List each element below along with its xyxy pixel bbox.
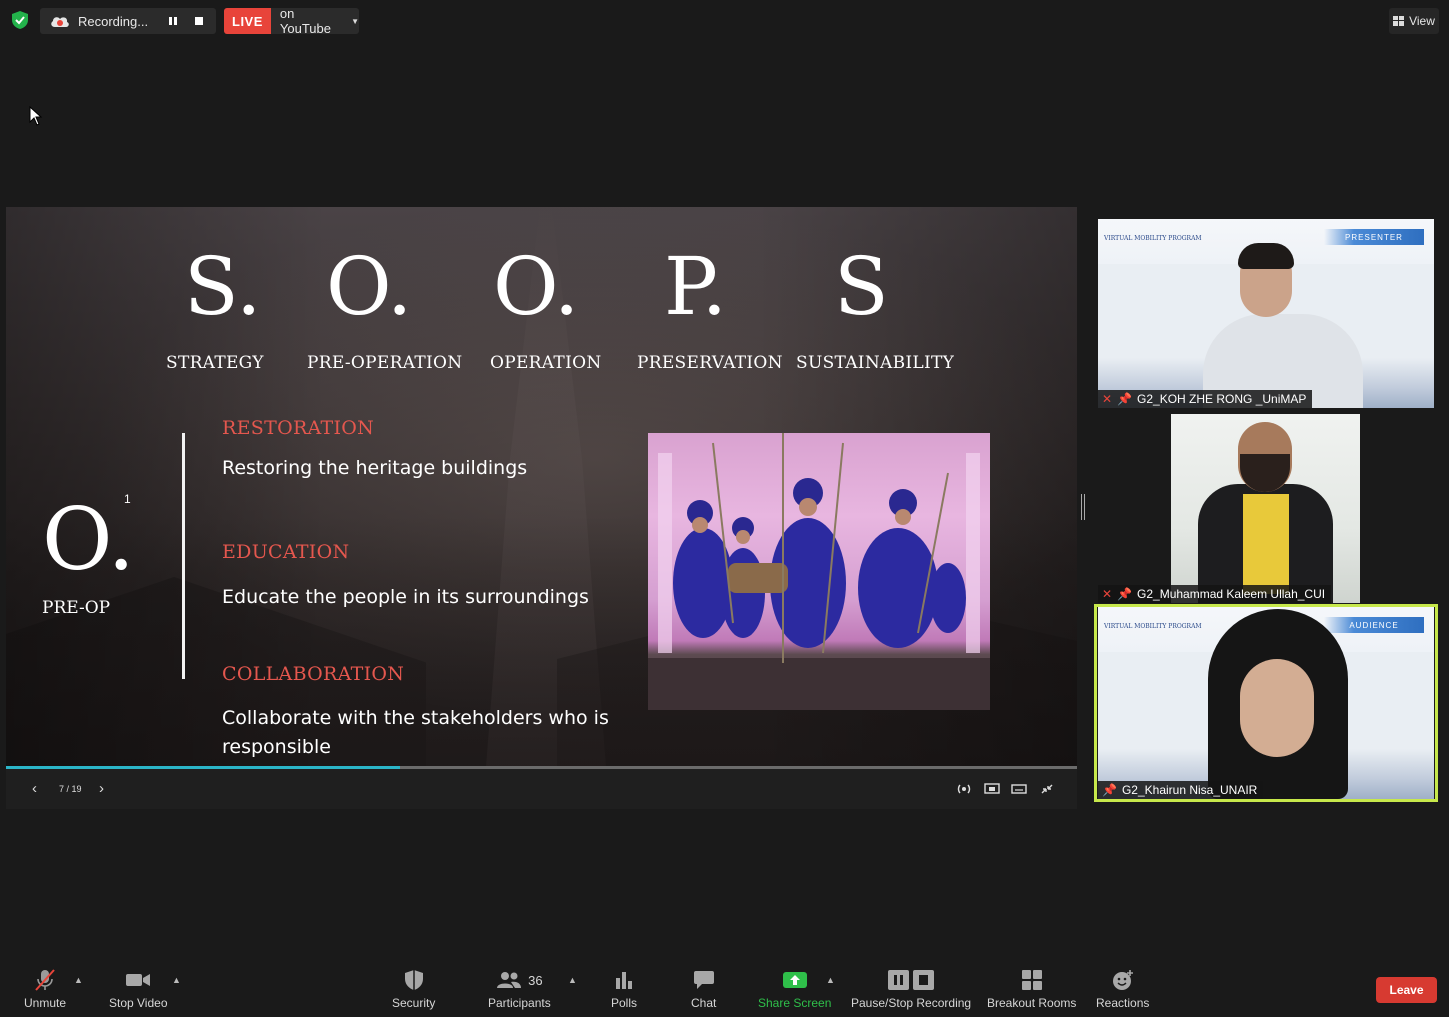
- section-letter: O.: [42, 490, 135, 590]
- divider: [182, 433, 185, 679]
- sops-word: STRATEGY: [166, 353, 264, 373]
- stop-video-button[interactable]: Stop Video: [109, 967, 168, 1010]
- participants-options-caret-icon[interactable]: ▲: [568, 975, 577, 985]
- sops-word: PRE-OPERATION: [307, 353, 463, 373]
- cloud-record-icon: [50, 14, 70, 28]
- audio-options-caret-icon[interactable]: ▲: [74, 975, 83, 985]
- section-number: 1: [124, 492, 131, 506]
- polls-button[interactable]: Polls: [611, 967, 637, 1010]
- participant-name: G2_Muhammad Kaleem Ullah_CUI: [1137, 587, 1326, 601]
- participants-label: Participants: [488, 996, 551, 1010]
- sops-letter: O.: [493, 240, 580, 333]
- page-indicator: 7 / 19: [59, 784, 82, 794]
- grid-view-icon: [1393, 16, 1405, 26]
- pause-stop-recording-label: Pause/Stop Recording: [851, 996, 972, 1010]
- keyboard-icon[interactable]: [1011, 782, 1027, 796]
- encryption-shield-icon[interactable]: [10, 10, 30, 30]
- exit-fullscreen-icon[interactable]: [1039, 782, 1055, 796]
- participant-name-tag: ✕ 📌 G2_Muhammad Kaleem Ullah_CUI: [1098, 585, 1332, 603]
- participant-name: G2_KOH ZHE RONG _UniMAP: [1137, 392, 1307, 406]
- sops-word: OPERATION: [490, 353, 602, 373]
- section-heading: RESTORATION: [222, 417, 375, 439]
- breakout-rooms-label: Breakout Rooms: [987, 996, 1077, 1010]
- share-screen-label: Share Screen: [758, 996, 832, 1010]
- section-text: Educate the people in its surroundings: [222, 586, 589, 608]
- slide-controls: ‹ 7 / 19 ›: [6, 769, 1077, 809]
- security-label: Security: [392, 996, 436, 1010]
- reactions-button[interactable]: Reactions: [1096, 967, 1149, 1010]
- present-icon[interactable]: [984, 782, 1000, 796]
- pin-icon: 📌: [1117, 587, 1133, 601]
- video-options-caret-icon[interactable]: ▲: [172, 975, 181, 985]
- active-speaker-outline: [1094, 604, 1438, 802]
- polls-label: Polls: [611, 996, 638, 1010]
- unmute-label: Unmute: [24, 996, 67, 1010]
- mouse-cursor-icon: [29, 105, 43, 131]
- dancers-photo: [648, 433, 990, 710]
- view-label: View: [1409, 14, 1435, 28]
- participants-icon: 36: [496, 967, 543, 993]
- muted-mic-icon: [34, 967, 56, 993]
- shield-icon: [404, 967, 424, 993]
- sops-word: PRESERVATION: [637, 353, 783, 373]
- sops-letter: S: [834, 240, 889, 333]
- pause-recording-button[interactable]: [162, 10, 184, 32]
- section-text: Collaborate with the stakeholders who is…: [222, 707, 609, 758]
- reactions-label: Reactions: [1096, 996, 1150, 1010]
- chat-button[interactable]: Chat: [691, 967, 716, 1010]
- meeting-toolbar: Unmute ▲ Stop Video ▲ Security 36 Partic…: [0, 955, 1449, 1017]
- share-screen-button[interactable]: Share Screen: [758, 967, 831, 1010]
- chat-label: Chat: [691, 996, 717, 1010]
- broadcast-icon[interactable]: [956, 782, 972, 796]
- recording-label: Recording...: [78, 13, 149, 29]
- share-options-caret-icon[interactable]: ▲: [826, 975, 835, 985]
- next-slide-button[interactable]: ›: [99, 780, 104, 797]
- sops-letter: P.: [664, 240, 728, 333]
- role-tag: PRESENTER: [1324, 229, 1424, 245]
- banner-text: VIRTUAL MOBILITY PROGRAM: [1104, 235, 1202, 242]
- live-stream-indicator[interactable]: LIVE on YouTube ▼: [224, 8, 359, 34]
- participant-name-tag: ✕ 📌 G2_KOH ZHE RONG _UniMAP: [1098, 390, 1313, 408]
- breakout-rooms-button[interactable]: Breakout Rooms: [987, 967, 1076, 1010]
- share-screen-icon: [782, 967, 808, 993]
- stop-video-label: Stop Video: [109, 996, 168, 1010]
- muted-mic-icon: ✕: [1102, 587, 1113, 601]
- chevron-down-icon: ▼: [351, 16, 359, 26]
- sops-word: SUSTAINABILITY: [796, 353, 955, 373]
- breakout-rooms-icon: [1021, 967, 1043, 993]
- smiley-plus-icon: [1112, 967, 1134, 993]
- chat-bubble-icon: [693, 967, 715, 993]
- sops-letter: S.: [184, 240, 262, 333]
- previous-slide-button[interactable]: ‹: [32, 780, 37, 797]
- pause-stop-recording-button[interactable]: Pause/Stop Recording: [851, 967, 971, 1010]
- participants-count: 36: [528, 972, 543, 988]
- video-tile[interactable]: VIRTUAL MOBILITY PROGRAM PRESENTER ✕ 📌 G…: [1098, 219, 1434, 408]
- live-destination: on YouTube: [279, 8, 331, 34]
- bar-chart-icon: [614, 967, 634, 993]
- pin-icon: 📌: [1117, 392, 1133, 406]
- leave-button[interactable]: Leave: [1376, 977, 1437, 1003]
- unmute-button[interactable]: Unmute: [24, 967, 66, 1010]
- view-button[interactable]: View: [1389, 8, 1439, 34]
- video-tile[interactable]: ✕ 📌 G2_Muhammad Kaleem Ullah_CUI: [1098, 414, 1434, 603]
- video-camera-icon: [125, 967, 151, 993]
- pause-stop-icon: [888, 967, 935, 993]
- panel-resize-handle[interactable]: [1081, 494, 1085, 520]
- section-text: Restoring the heritage buildings: [222, 457, 528, 479]
- section-heading: COLLABORATION: [222, 663, 405, 685]
- sops-letter: O.: [326, 240, 413, 333]
- muted-mic-icon: ✕: [1102, 392, 1113, 406]
- participants-button[interactable]: 36 Participants: [488, 967, 551, 1010]
- live-badge: LIVE: [224, 8, 271, 34]
- shared-screen-slide: S. O. O. P. S STRATEGY PRE-OPERATION OPE…: [6, 207, 1077, 767]
- stop-recording-button[interactable]: [188, 10, 210, 32]
- security-button[interactable]: Security: [392, 967, 435, 1010]
- section-heading: EDUCATION: [222, 541, 350, 563]
- section-subtitle: PRE-OP: [42, 598, 111, 618]
- recording-indicator: Recording...: [40, 8, 216, 34]
